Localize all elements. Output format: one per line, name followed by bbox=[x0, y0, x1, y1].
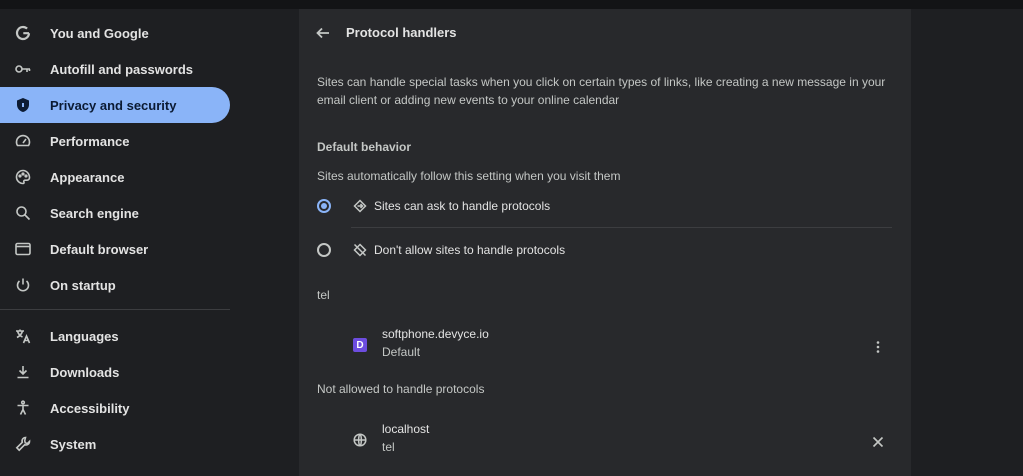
sidebar-item-languages[interactable]: Languages bbox=[0, 318, 230, 354]
page-description: Sites can handle special tasks when you … bbox=[317, 75, 886, 107]
page-title: Protocol handlers bbox=[346, 25, 457, 40]
site-detail: Default bbox=[382, 345, 421, 359]
translate-icon bbox=[14, 327, 32, 345]
download-icon bbox=[14, 363, 32, 381]
browser-window-icon bbox=[14, 240, 32, 258]
default-behavior-subtitle: Sites automatically follow this setting … bbox=[317, 169, 621, 183]
search-icon bbox=[14, 204, 32, 222]
sidebar-item-label: Appearance bbox=[50, 169, 125, 185]
arrow-back-icon bbox=[315, 25, 331, 41]
sidebar-item-label: Privacy and security bbox=[50, 97, 177, 113]
sidebar-item-label: System bbox=[50, 436, 97, 452]
key-icon bbox=[14, 60, 32, 78]
sidebar-item-label: Languages bbox=[50, 328, 119, 344]
more-vert-icon bbox=[876, 341, 880, 353]
back-button[interactable] bbox=[313, 23, 333, 43]
default-behavior-title: Default behavior bbox=[317, 140, 412, 154]
speedometer-icon bbox=[14, 132, 32, 150]
radio-button-unchecked[interactable] bbox=[317, 243, 331, 257]
protocol-handler-off-icon bbox=[352, 242, 368, 258]
protocol-handlers-panel: Protocol handlers Sites can handle speci… bbox=[299, 9, 911, 476]
more-actions-button[interactable] bbox=[867, 336, 889, 358]
google-g-icon bbox=[14, 24, 32, 42]
sidebar-item-label: Downloads bbox=[50, 364, 120, 380]
protocol-group-label: tel bbox=[317, 288, 330, 302]
radio-label: Sites can ask to handle protocols bbox=[374, 199, 551, 213]
subpage-header: Protocol handlers bbox=[299, 9, 911, 57]
sidebar-item-downloads[interactable]: Downloads bbox=[0, 354, 230, 390]
favicon-letter: D bbox=[353, 338, 367, 352]
power-icon bbox=[14, 276, 32, 294]
sidebar-item-default-browser[interactable]: Default browser bbox=[0, 231, 230, 267]
blocked-site-row: localhost tel bbox=[317, 420, 893, 464]
site-favicon: D bbox=[353, 338, 367, 352]
sidebar-item-system[interactable]: System bbox=[0, 426, 230, 462]
sidebar-item-search-engine[interactable]: Search engine bbox=[0, 195, 230, 231]
radio-label: Don't allow sites to handle protocols bbox=[374, 243, 566, 257]
site-name: softphone.devyce.io bbox=[382, 327, 489, 341]
sidebar-item-label: Performance bbox=[50, 133, 130, 149]
not-allowed-title: Not allowed to handle protocols bbox=[317, 382, 485, 396]
accessibility-icon bbox=[14, 399, 32, 417]
globe-icon bbox=[353, 433, 367, 447]
close-icon bbox=[872, 436, 884, 448]
sidebar-item-appearance[interactable]: Appearance bbox=[0, 159, 230, 195]
sidebar-item-on-startup[interactable]: On startup bbox=[0, 267, 230, 303]
option-divider bbox=[351, 227, 892, 228]
radio-button-checked[interactable] bbox=[317, 199, 331, 213]
sidebar-item-label: Autofill and passwords bbox=[50, 61, 194, 77]
protocol-handler-icon bbox=[352, 198, 368, 214]
sidebar-item-performance[interactable]: Performance bbox=[0, 123, 230, 159]
sidebar-item-autofill[interactable]: Autofill and passwords bbox=[0, 51, 230, 87]
sidebar-divider bbox=[0, 309, 230, 310]
shield-icon bbox=[14, 96, 32, 114]
allowed-site-row: D softphone.devyce.io Default bbox=[317, 325, 893, 369]
site-detail: tel bbox=[382, 440, 395, 454]
site-name: localhost bbox=[382, 422, 430, 436]
radio-option-can-ask[interactable]: Sites can ask to handle protocols bbox=[317, 191, 893, 221]
sidebar-item-privacy-and-security[interactable]: Privacy and security bbox=[0, 87, 230, 123]
sidebar-item-label: Default browser bbox=[50, 241, 149, 257]
sidebar-item-label: You and Google bbox=[50, 25, 149, 41]
palette-icon bbox=[14, 168, 32, 186]
sidebar-item-you-and-google[interactable]: You and Google bbox=[0, 15, 230, 51]
sidebar-item-label: Accessibility bbox=[50, 400, 130, 416]
sidebar-item-accessibility[interactable]: Accessibility bbox=[0, 390, 230, 426]
sidebar-item-label: Search engine bbox=[50, 205, 139, 221]
radio-option-dont-allow[interactable]: Don't allow sites to handle protocols bbox=[317, 235, 893, 265]
remove-button[interactable] bbox=[867, 431, 889, 453]
window-top-bar bbox=[0, 0, 1023, 9]
sidebar-item-label: On startup bbox=[50, 277, 116, 293]
wrench-icon bbox=[14, 435, 32, 453]
settings-sidebar: You and Google Autofill and passwords Pr… bbox=[0, 9, 240, 476]
